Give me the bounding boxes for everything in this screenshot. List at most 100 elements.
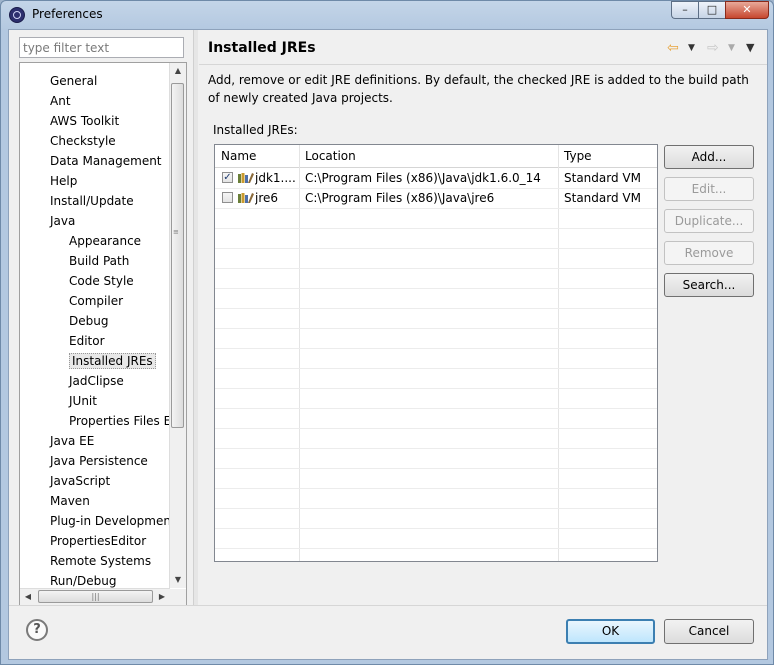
cancel-button[interactable]: Cancel — [664, 619, 754, 644]
tree-item[interactable]: JadClipse — [69, 371, 124, 391]
tree-item[interactable]: JavaScript — [50, 471, 110, 491]
tree-item[interactable]: Remote Systems — [50, 551, 151, 571]
close-button[interactable]: ✕ — [725, 1, 769, 19]
tree-item[interactable]: PropertiesEditor — [50, 531, 146, 551]
tree-item-label: Properties Files Ed — [69, 414, 179, 428]
jre-type-cell: Standard VM — [564, 171, 641, 185]
scroll-right-icon[interactable]: ▶ — [154, 589, 170, 605]
edit-button[interactable]: Edit... — [664, 177, 754, 201]
row-divider — [215, 368, 657, 369]
jre-location-cell: C:\Program Files (x86)\Java\jre6 — [305, 191, 495, 205]
search-button[interactable]: Search... — [664, 273, 754, 297]
title-bar[interactable]: Preferences – □ ✕ — [1, 1, 773, 29]
tree-item-label: PropertiesEditor — [50, 534, 147, 548]
back-dropdown-icon[interactable]: ▼ — [688, 39, 695, 57]
tree-item[interactable]: Code Style — [69, 271, 134, 291]
add-button[interactable]: Add... — [664, 145, 754, 169]
back-arrow-icon[interactable]: ⇦ — [667, 39, 679, 57]
page-title: Installed JREs — [208, 40, 316, 56]
tree-item-label: Maven — [50, 494, 90, 508]
view-menu-icon[interactable]: ▼ — [746, 39, 754, 57]
help-icon[interactable]: ? — [26, 619, 48, 641]
tree-item[interactable]: Ant — [50, 91, 71, 111]
tree-item[interactable]: JUnit — [69, 391, 97, 411]
window-title: Preferences — [32, 7, 103, 21]
tree-item[interactable]: Debug — [69, 311, 108, 331]
tree-item-label: Help — [50, 174, 78, 188]
scroll-down-icon[interactable]: ▼ — [170, 572, 186, 588]
tree-item[interactable]: Appearance — [69, 231, 141, 251]
table-header: Name Location Type — [215, 145, 657, 168]
column-header-location[interactable]: Location — [299, 145, 558, 167]
row-divider — [215, 528, 657, 529]
tree-item-label: General — [50, 74, 98, 88]
tree-item-label: Build Path — [69, 254, 130, 268]
tree-item-label: JadClipse — [69, 374, 124, 388]
remove-button[interactable]: Remove — [664, 241, 754, 265]
scroll-grip-icon: ≡ — [173, 228, 179, 236]
tree-item[interactable]: Help — [50, 171, 77, 191]
dialog-body: General Ant AWS Toolkit Checkstyle Data Mana… — [8, 29, 768, 660]
title-separator — [199, 64, 767, 65]
jre-library-icon — [238, 173, 254, 183]
forward-arrow-icon[interactable]: ⇨ — [707, 39, 719, 57]
row-divider — [215, 508, 657, 509]
tree-item[interactable]: AWS Toolkit — [50, 111, 119, 131]
row-divider — [215, 448, 657, 449]
tree-item[interactable]: Install/Update — [50, 191, 134, 211]
jre-name-cell: jdk1.... — [255, 171, 296, 185]
tree-item[interactable]: Editor — [69, 331, 105, 351]
tree-item[interactable]: Java — [50, 211, 75, 231]
ok-button[interactable]: OK — [566, 619, 655, 644]
row-divider — [215, 348, 657, 349]
forward-dropdown-icon[interactable]: ▼ — [728, 39, 735, 57]
footer-separator — [9, 605, 767, 606]
tree-vertical-scrollbar[interactable]: ▲ ≡ ▼ — [169, 63, 186, 588]
row-divider — [215, 488, 657, 489]
tree-item[interactable]: Java Persistence — [50, 451, 148, 471]
jre-checkbox[interactable]: ✓ — [222, 172, 233, 183]
maximize-button[interactable]: □ — [698, 1, 725, 19]
page-navigation: ⇦ ▼ ⇨ ▼ ▼ — [661, 39, 761, 57]
tree-item[interactable]: Properties Files Ed — [69, 411, 179, 431]
row-divider — [215, 428, 657, 429]
row-divider — [215, 388, 657, 389]
tree-item-label: JUnit — [69, 394, 97, 408]
tree-item-label: Install/Update — [50, 194, 134, 208]
tree-horizontal-scrollbar[interactable]: ◀ ||| ▶ — [20, 588, 170, 605]
jre-table: Name Location Type ✓ jdk1.... C:\Program F… — [214, 144, 658, 562]
column-header-name[interactable]: Name — [215, 145, 299, 167]
filter-input[interactable] — [19, 37, 184, 58]
tree-item[interactable]: Maven — [50, 491, 90, 511]
tree-item[interactable]: Data Management — [50, 151, 162, 171]
horizontal-scroll-thumb[interactable]: ||| — [38, 590, 153, 603]
tree-item[interactable]: Java EE — [50, 431, 94, 451]
scroll-left-icon[interactable]: ◀ — [20, 589, 36, 605]
table-row[interactable]: jre6 C:\Program Files (x86)\Java\jre6 Stan… — [215, 188, 657, 208]
jre-location-cell: C:\Program Files (x86)\Java\jdk1.6.0_14 — [305, 171, 541, 185]
tree-item-label: Java EE — [50, 434, 95, 448]
tree-item[interactable]: Checkstyle — [50, 131, 116, 151]
preferences-window: Preferences – □ ✕ General Ant AWS Toolkit C… — [0, 0, 774, 665]
splitter-sash[interactable] — [193, 30, 198, 605]
tree-item[interactable]: Plug-in Development — [50, 511, 176, 531]
tree-item-label: Appearance — [69, 234, 142, 248]
scroll-up-icon[interactable]: ▲ — [170, 63, 186, 79]
row-divider — [215, 328, 657, 329]
jre-checkbox[interactable] — [222, 192, 233, 203]
row-divider — [215, 408, 657, 409]
scroll-corner — [170, 589, 186, 605]
tree-item-label: Compiler — [69, 294, 124, 308]
tree-item-label: Code Style — [69, 274, 134, 288]
tree-item-label: JavaScript — [50, 474, 111, 488]
tree-item[interactable]: Compiler — [69, 291, 123, 311]
column-header-type[interactable]: Type — [558, 145, 657, 167]
table-row[interactable]: ✓ jdk1.... C:\Program Files (x86)\Java\jdk… — [215, 168, 657, 188]
duplicate-button[interactable]: Duplicate... — [664, 209, 754, 233]
minimize-button[interactable]: – — [671, 1, 698, 19]
tree-item[interactable]: General — [50, 71, 97, 91]
tree-item[interactable]: Installed JREs — [69, 351, 156, 371]
scroll-thumb[interactable] — [171, 83, 184, 428]
tree-item[interactable]: Build Path — [69, 251, 129, 271]
row-divider — [215, 268, 657, 269]
